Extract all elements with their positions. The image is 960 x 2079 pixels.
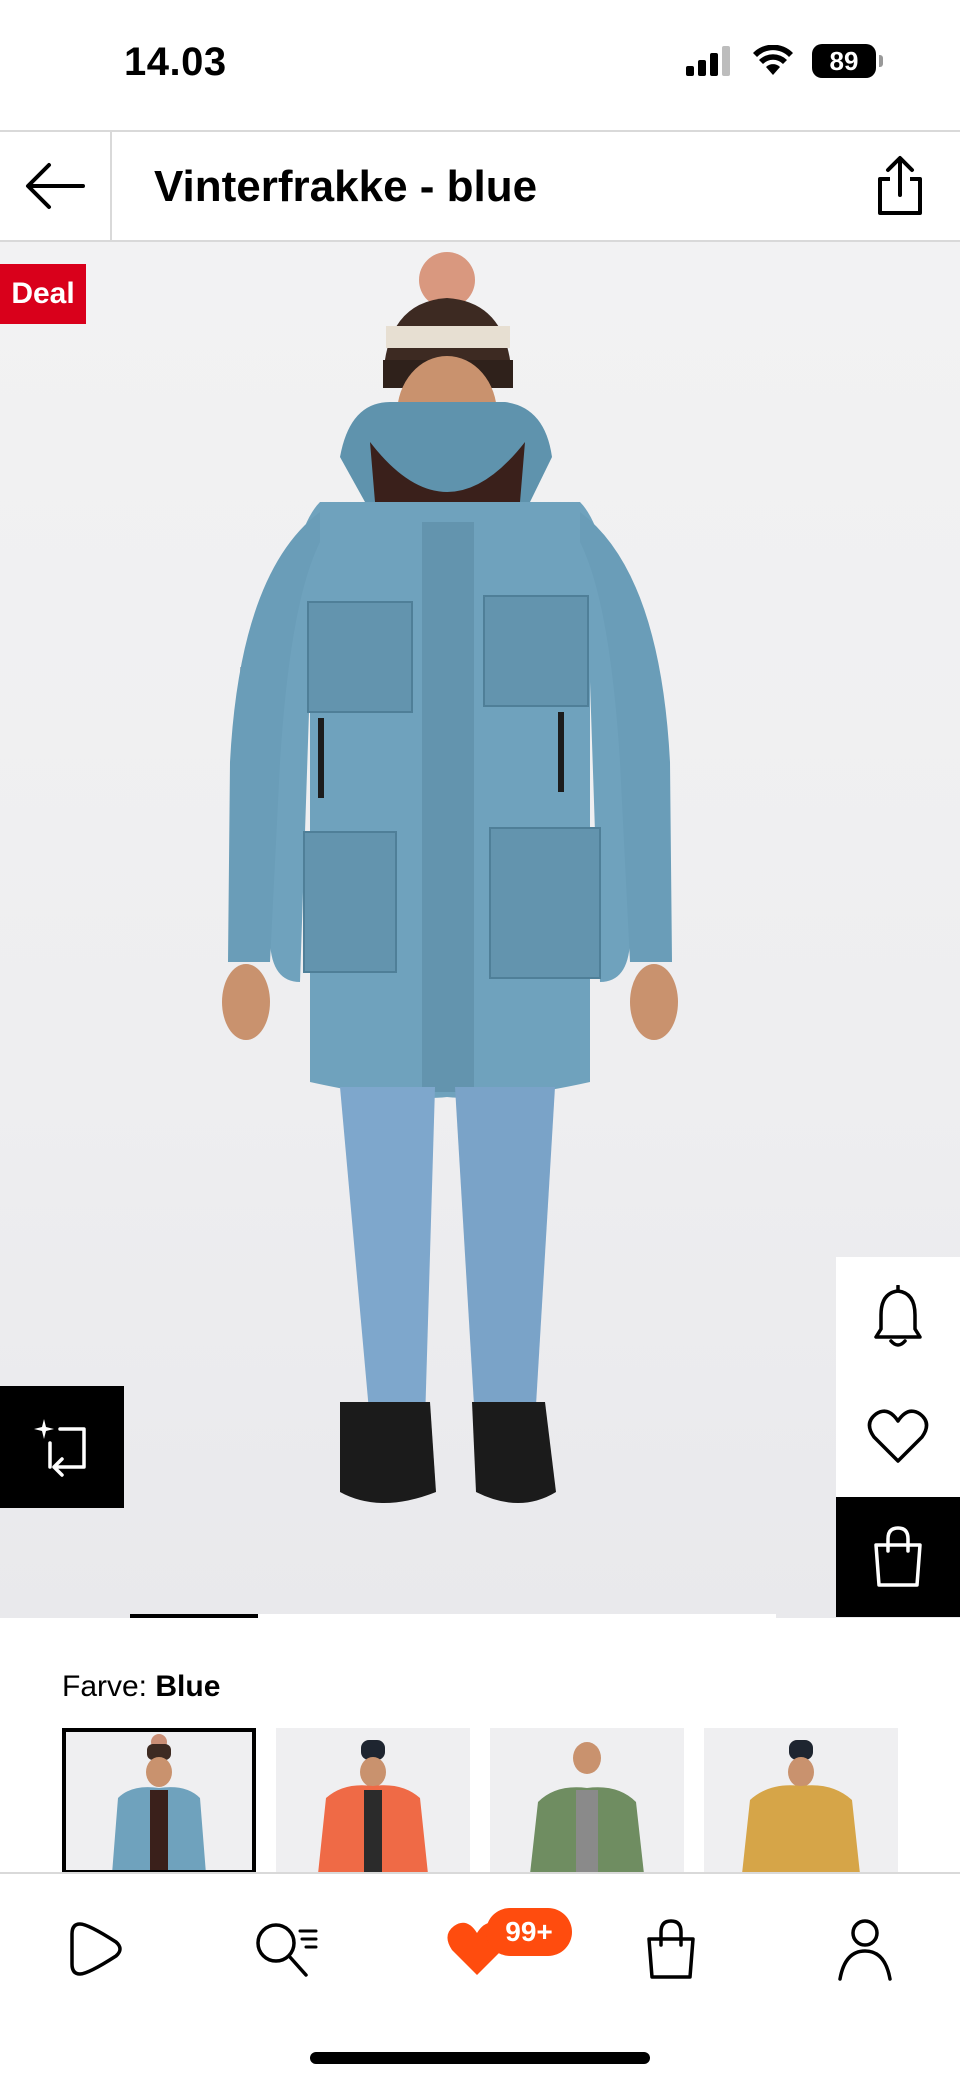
swatch-photo (112, 1734, 206, 1874)
bottom-navigation: 99+ (0, 1872, 960, 2079)
swatch-photo (318, 1740, 428, 1874)
color-swatch-orange[interactable] (276, 1728, 470, 1874)
color-swatch-yellow[interactable] (704, 1728, 898, 1874)
home-indicator (310, 2052, 650, 2064)
deal-badge: Deal (0, 264, 86, 324)
color-swatches (62, 1728, 898, 1874)
status-time: 14.03 (124, 40, 227, 84)
color-label-prefix: Farve: (62, 1670, 148, 1703)
share-icon (878, 156, 922, 215)
page-title: Vinterfrakke - blue (154, 162, 538, 211)
cellular-signal-icon (686, 46, 730, 76)
product-image-carousel[interactable]: Deal (0, 242, 960, 1618)
nav-search[interactable] (242, 1904, 332, 1994)
notify-button[interactable] (836, 1257, 960, 1377)
back-arrow-icon (26, 163, 85, 209)
shopping-bag-icon (874, 1526, 922, 1587)
nav-inspiration[interactable] (52, 1904, 142, 1994)
share-button[interactable] (864, 150, 936, 222)
color-swatch-green[interactable] (490, 1728, 684, 1874)
status-icons: 89 (686, 44, 883, 78)
nav-profile[interactable] (820, 1904, 910, 1994)
status-bar: 14.03 89 (0, 0, 960, 130)
heart-icon (867, 1409, 929, 1463)
swatch-photo (530, 1742, 644, 1874)
compare-icon (34, 1419, 86, 1477)
back-button[interactable] (0, 132, 112, 240)
bell-icon (874, 1285, 922, 1347)
nav-bag[interactable] (626, 1904, 716, 1994)
color-swatch-blue[interactable] (62, 1728, 256, 1874)
page-header: Vinterfrakke - blue (0, 130, 960, 242)
swatch-photo (742, 1740, 860, 1874)
color-label: Farve: Blue (62, 1670, 220, 1704)
product-photo (222, 252, 678, 1503)
side-actions (836, 1257, 960, 1617)
add-to-bag-button[interactable] (836, 1497, 960, 1617)
user-icon (838, 1919, 892, 1981)
favorite-button[interactable] (836, 1377, 960, 1497)
bag-icon (647, 1919, 695, 1979)
compare-button[interactable] (0, 1386, 124, 1508)
color-value: Blue (155, 1670, 221, 1703)
play-icon (70, 1922, 122, 1976)
search-icon (256, 1923, 318, 1977)
battery-indicator: 89 (812, 44, 883, 78)
wifi-icon (753, 45, 793, 75)
favorites-count-badge: 99+ (486, 1908, 572, 1956)
carousel-indicator-active (130, 1614, 258, 1618)
